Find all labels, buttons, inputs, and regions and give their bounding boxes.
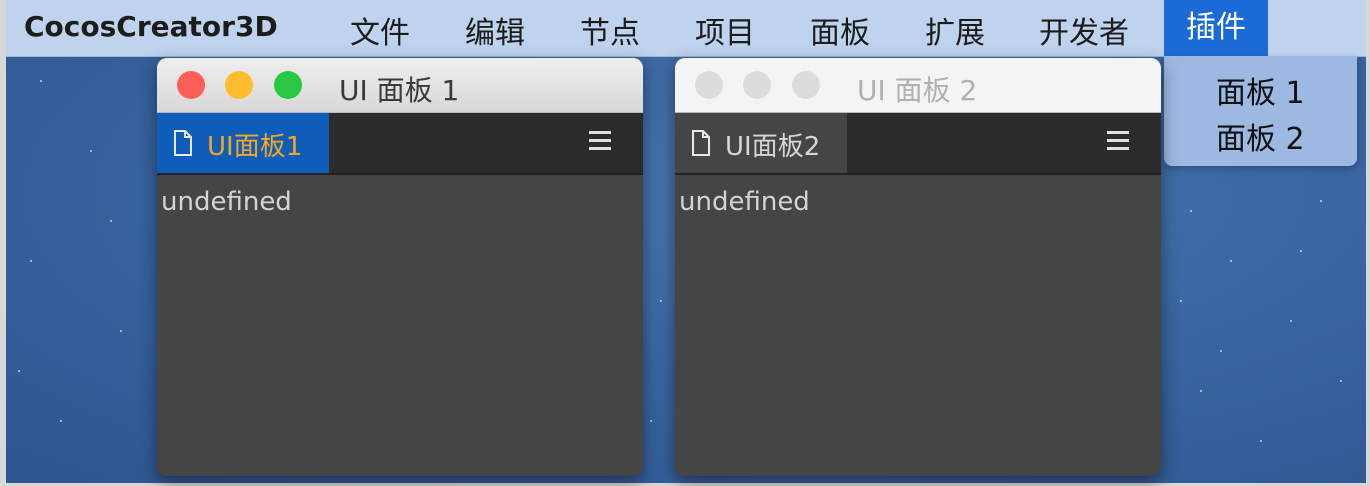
panel-tab-bar: UI面板2 [675,113,1161,175]
menu-file[interactable]: 文件 [350,8,410,52]
minimize-button[interactable] [225,71,253,99]
screen-frame-left [0,0,6,486]
panel-tab-bar: UI面板1 [157,113,643,175]
menu-extension[interactable]: 扩展 [925,8,985,52]
window-titlebar[interactable]: UI 面板 2 [675,58,1161,113]
panel-content: undefined [157,175,643,475]
ui-panel-2-window: UI 面板 2 UI面板2 undefined [675,58,1161,476]
close-button[interactable] [695,71,723,99]
menu-project[interactable]: 项目 [695,8,755,52]
menu-panel[interactable]: 面板 [810,8,870,52]
zoom-button[interactable] [792,71,820,99]
minimize-button[interactable] [743,71,771,99]
plugin-dropdown-menu: 面板 1 面板 2 [1164,56,1357,166]
hamburger-menu-icon[interactable] [589,131,611,155]
panel-content-text: undefined [161,187,292,217]
window-title: UI 面板 2 [857,74,978,107]
zoom-button[interactable] [274,71,302,99]
hamburger-menu-icon[interactable] [1107,131,1129,155]
menu-edit[interactable]: 编辑 [465,8,525,52]
window-title: UI 面板 1 [339,74,460,107]
tab-label: UI面板1 [207,132,303,162]
document-icon [173,130,193,160]
dropdown-item-panel-2[interactable]: 面板 2 [1216,114,1305,158]
panel-content: undefined [675,175,1161,475]
tab-ui-panel-1[interactable]: UI面板1 [157,113,329,173]
menu-node[interactable]: 节点 [580,8,640,52]
document-icon [691,130,711,160]
panel-content-text: undefined [679,187,810,217]
ui-panel-1-window: UI 面板 1 UI面板1 undefined [157,58,643,476]
close-button[interactable] [177,71,205,99]
menu-app-name[interactable]: CocosCreator3D [24,10,278,43]
screen-frame-right [1366,0,1370,486]
menu-bar: CocosCreator3D 文件 编辑 节点 项目 面板 扩展 开发者 插件 [6,0,1366,57]
tab-label: UI面板2 [725,132,821,162]
menu-plugin[interactable]: 插件 [1164,0,1268,56]
menu-developer[interactable]: 开发者 [1039,8,1129,52]
window-titlebar[interactable]: UI 面板 1 [157,58,643,113]
tab-ui-panel-2[interactable]: UI面板2 [675,113,847,173]
dropdown-item-panel-1[interactable]: 面板 1 [1216,68,1305,112]
